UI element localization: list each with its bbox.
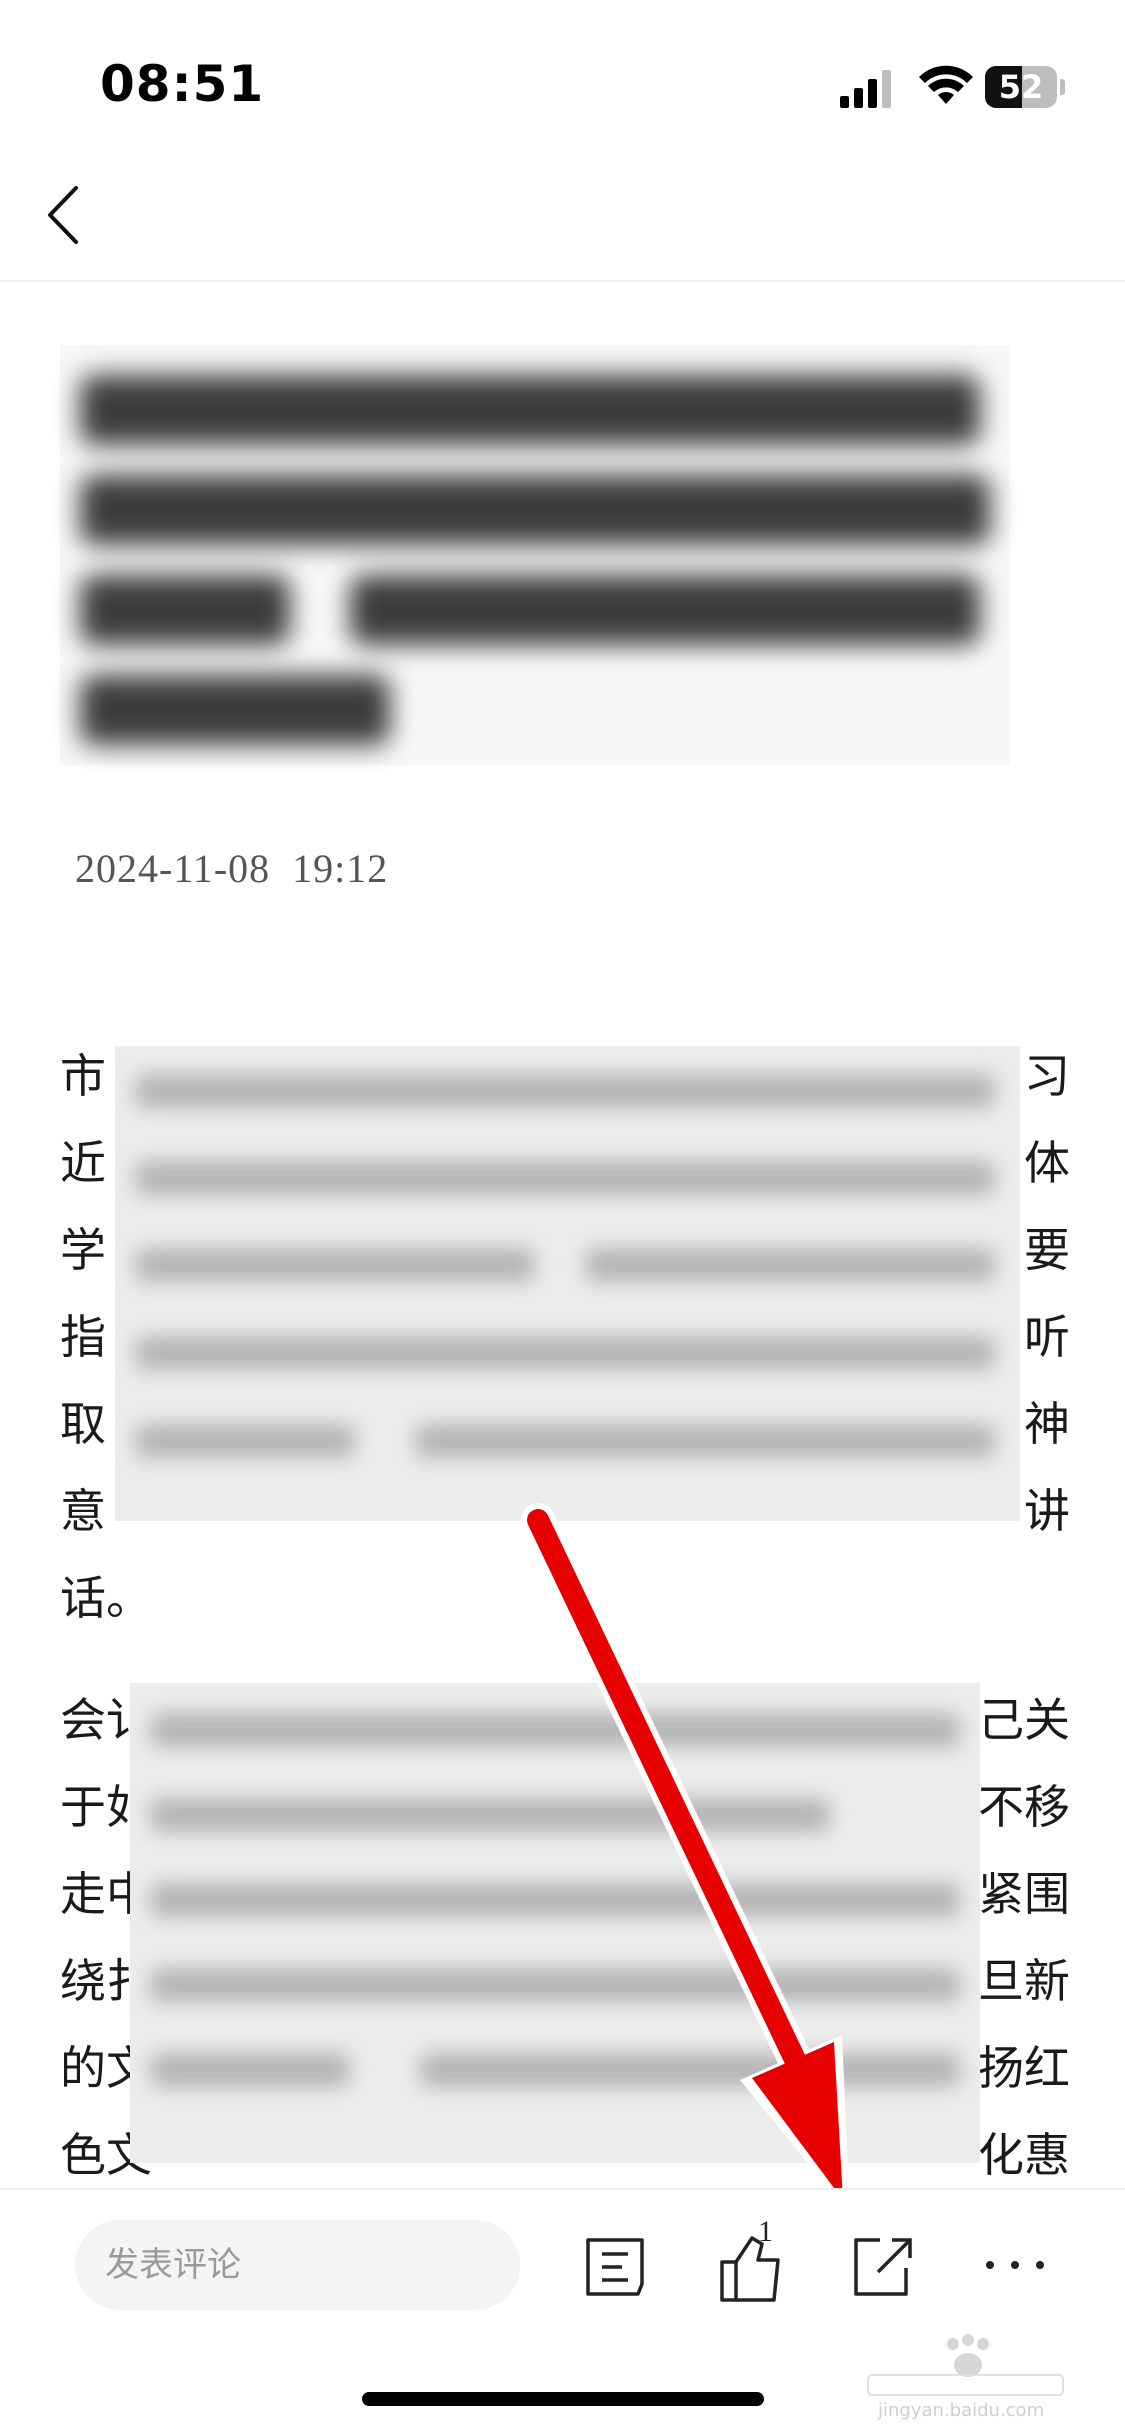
thumbs-up-icon[interactable] <box>712 2230 792 2305</box>
paw-logo-icon <box>867 2334 1064 2396</box>
battery-level: 52 <box>998 68 1044 106</box>
line-end-text: 要 <box>1024 1223 1070 1277</box>
chevron-left-icon <box>48 186 78 244</box>
comment-placeholder: 发表评论 <box>105 2245 241 2285</box>
line-start-text: 学 <box>60 1223 106 1277</box>
more-icon[interactable] <box>980 2245 1050 2285</box>
watermark-text: jingyan.baidu.com <box>878 2400 1045 2421</box>
home-indicator <box>362 2392 764 2406</box>
line-start-text: 市 <box>60 1049 106 1103</box>
line-start-text: 话。 <box>60 1571 152 1625</box>
article-screen: 08:51 52 2024-11-08 19:12 市 习 近 体 学 要 指 … <box>0 0 1125 2436</box>
nav-divider <box>0 280 1125 282</box>
line-end-text: 神 <box>1024 1397 1070 1451</box>
line-end-text: 体 <box>1024 1136 1070 1190</box>
share-icon[interactable] <box>848 2232 918 2302</box>
line-end-text: 己关 <box>978 1693 1070 1747</box>
wifi-icon <box>919 65 973 104</box>
status-time: 08:51 <box>100 55 265 113</box>
status-bar: 08:51 52 <box>0 0 1125 150</box>
line-end-text: 讲 <box>1024 1484 1070 1538</box>
text-line: 话。 <box>60 1568 1070 1628</box>
back-button[interactable] <box>38 180 98 250</box>
line-start-text: 取 <box>60 1397 106 1451</box>
line-end-text: 旦新 <box>978 1954 1070 2008</box>
line-end-text: 紧围 <box>978 1867 1070 1921</box>
line-end-text: 不移 <box>978 1780 1070 1834</box>
publish-date: 2024-11-08 19:12 <box>75 846 389 891</box>
comment-input[interactable]: 发表评论 <box>75 2220 520 2310</box>
line-end-text: 化惠 <box>978 2128 1070 2182</box>
article-headline-blurred <box>60 345 1010 765</box>
baidu-jingyan-watermark: jingyan.baidu.com <box>858 2330 1073 2421</box>
line-end-text: 习 <box>1024 1049 1070 1103</box>
battery-icon: 52 <box>985 66 1065 108</box>
line-end-text: 扬红 <box>978 2041 1070 2095</box>
line-start-text: 指 <box>60 1310 106 1364</box>
comments-icon[interactable] <box>580 2232 650 2302</box>
line-start-text: 近 <box>60 1136 106 1190</box>
line-start-text: 意 <box>60 1484 106 1538</box>
line-end-text: 听 <box>1024 1310 1070 1364</box>
like-count: 1 <box>758 2215 773 2248</box>
redacted-text-block-1 <box>115 1046 1020 1521</box>
redacted-text-block-2 <box>130 1683 980 2163</box>
signal-icon <box>840 70 891 108</box>
